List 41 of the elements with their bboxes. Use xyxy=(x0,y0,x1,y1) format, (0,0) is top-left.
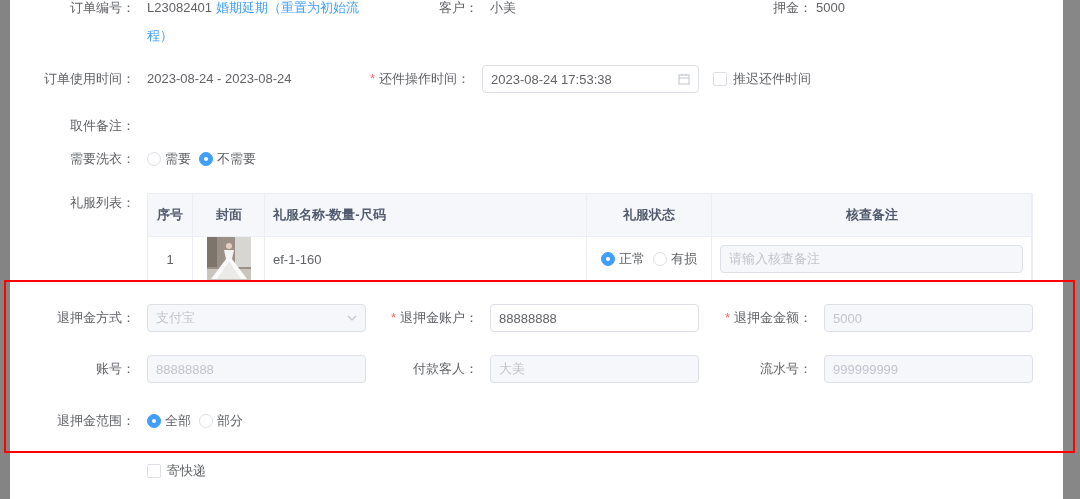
field-label: 付款客人： xyxy=(412,360,478,378)
field-label: 客户： xyxy=(438,0,478,17)
radio-option[interactable]: 需要 xyxy=(147,150,191,168)
table-cell: 1 xyxy=(148,237,193,281)
field-label: 押金： xyxy=(772,0,812,17)
radio-option[interactable]: 正常 xyxy=(601,250,645,268)
field-label: 流水号： xyxy=(759,360,812,378)
field-value: 5000 xyxy=(816,0,845,17)
field-label: 取件备注： xyxy=(69,117,135,135)
required-mark: * xyxy=(724,310,730,325)
table-cell: ef-1-160 xyxy=(265,237,587,281)
column-header: 礼服名称-数量-尺码 xyxy=(265,194,587,237)
delay-checkbox[interactable]: 推迟还件时间 xyxy=(713,70,811,88)
field-label: 需要洗衣： xyxy=(69,150,135,168)
field-label: 账号： xyxy=(95,360,135,378)
column-header: 核查备注 xyxy=(712,194,1032,237)
column-header: 序号 xyxy=(148,194,193,237)
calendar-icon xyxy=(678,73,690,85)
radio-option[interactable]: 全部 xyxy=(147,412,191,430)
field-label: 订单编号： xyxy=(69,0,135,17)
required-mark: * xyxy=(390,310,396,325)
field-label: * 退押金账户： xyxy=(389,309,478,327)
express-checkbox[interactable]: 寄快递 xyxy=(147,462,206,480)
chevron-down-icon xyxy=(347,315,357,321)
field-label: 退押金范围： xyxy=(56,412,135,430)
date-field[interactable]: 2023-08-24 17:53:38 xyxy=(482,65,699,93)
field-label: * 退押金金额： xyxy=(723,309,812,327)
field-value: 2023-08-24 - 2023-08-24 xyxy=(147,70,292,88)
column-header: 礼服状态 xyxy=(587,194,712,237)
radio-option[interactable]: 有损 xyxy=(653,250,697,268)
radio-option[interactable]: 部分 xyxy=(199,412,243,430)
required-mark: * xyxy=(369,71,375,86)
field-label: 订单使用时间： xyxy=(43,70,135,88)
field-label: 退押金方式： xyxy=(56,309,135,327)
input-field[interactable]: 88888888 xyxy=(490,304,699,332)
field-label: * 还件操作时间： xyxy=(368,70,470,88)
field-value: 小美 xyxy=(490,0,516,17)
column-header: 封面 xyxy=(193,194,265,237)
field-label: 礼服列表： xyxy=(69,194,135,212)
radio-option[interactable]: 不需要 xyxy=(199,150,256,168)
order-info: L23082401 婚期延期（重置为初始流程） xyxy=(147,0,360,45)
